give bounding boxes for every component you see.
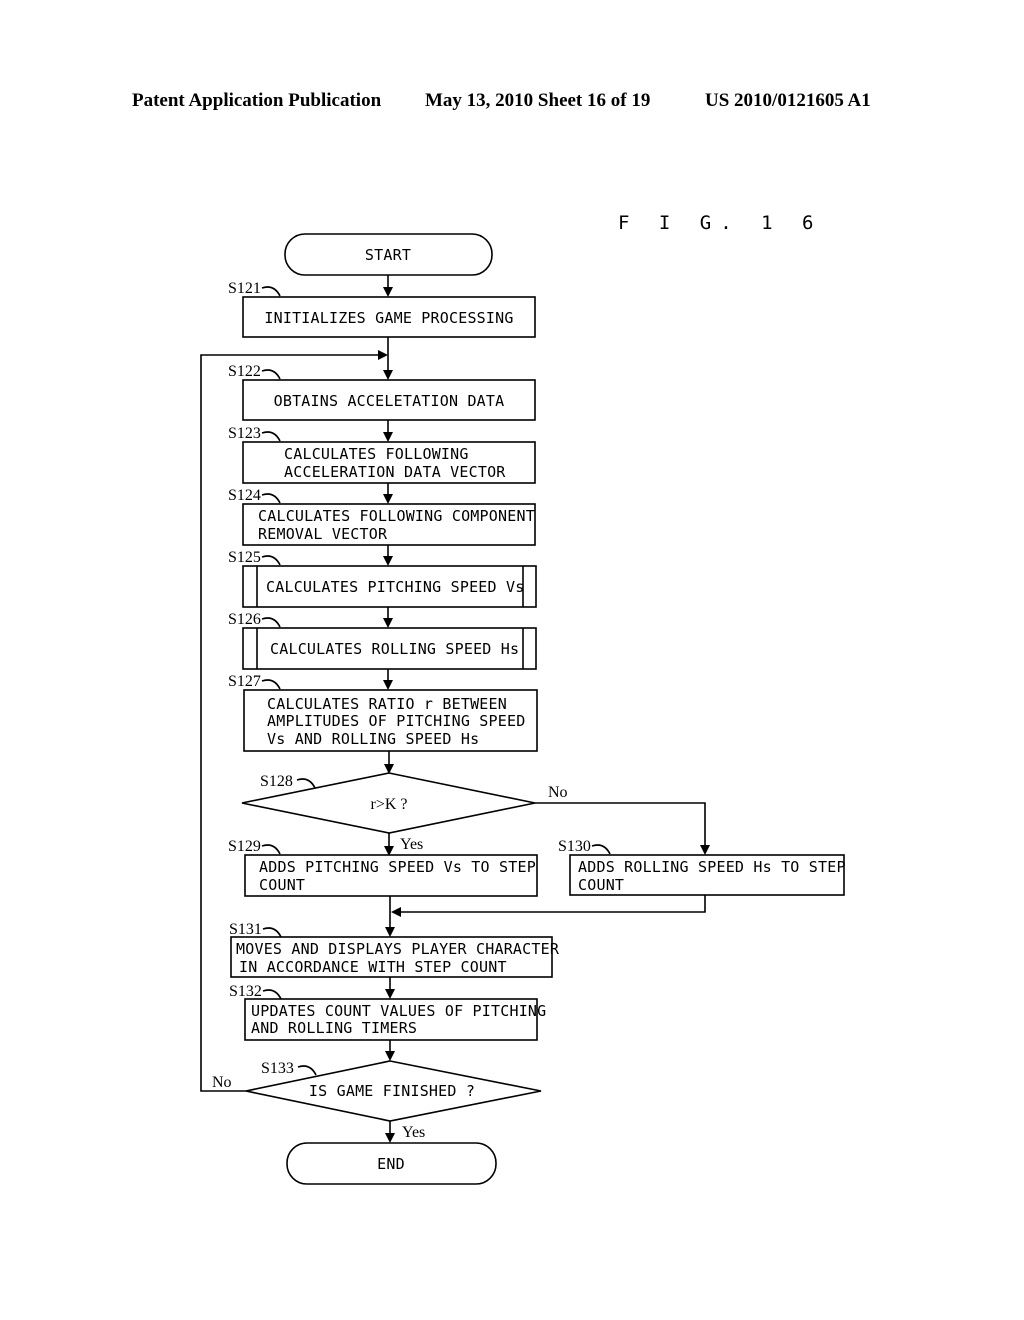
step-s129: S129 ADDS PITCHING SPEED Vs TO STEP COUN… [228,838,538,897]
arrow-icon [383,432,393,442]
arrow-icon [385,927,395,937]
merge-connector [394,895,706,913]
leader-line [261,286,281,297]
step-s127: S127 CALCULATES RATIO r BETWEEN AMPLITUD… [228,673,538,752]
step-text: OBTAINS ACCELETATION DATA [274,392,505,410]
end-terminator: END [286,1142,497,1185]
arrow-icon [385,1051,395,1061]
leader-line [261,493,281,504]
step-text: AND ROLLING TIMERS [251,1019,417,1037]
step-id: S133 [261,1060,294,1077]
arrow-icon [378,350,388,360]
leader-line [261,431,281,442]
figure-label: F I G. 1 6 [618,212,822,234]
leader-line [262,989,282,1000]
decision-text: IS GAME FINISHED ? [309,1082,475,1100]
leader-line [591,844,611,855]
step-text: REMOVAL VECTOR [258,525,388,543]
step-text: CALCULATES FOLLOWING [284,445,469,463]
step-s125: S125 CALCULATES PITCHING SPEED Vs [228,549,537,608]
step-text: INITIALIZES GAME PROCESSING [264,309,513,327]
step-text: IN ACCORDANCE WITH STEP COUNT [239,958,507,976]
step-id: S132 [229,983,262,1000]
branch-label-yes: Yes [400,836,423,853]
step-id: S126 [228,611,261,628]
end-label: END [377,1155,405,1173]
step-s131: S131 MOVES AND DISPLAYS PLAYER CHARACTER… [229,921,560,978]
step-text: CALCULATES ROLLING SPEED Hs [270,640,519,658]
step-id: S124 [228,487,261,504]
flowchart: F I G. 1 6 START S121 INITIALIZES GAME P… [200,212,846,1185]
branch-label-no: No [212,1074,232,1091]
step-text: ADDS PITCHING SPEED Vs TO STEP [259,858,536,876]
arrow-icon [383,680,393,690]
step-text: ADDS ROLLING SPEED Hs TO STEP [578,858,846,876]
step-text: CALCULATES FOLLOWING COMPONENT [258,507,535,525]
step-id: S123 [228,425,261,442]
step-id: S131 [229,921,262,938]
step-text: AMPLITUDES OF PITCHING SPEED [267,712,525,730]
arrow-icon [383,494,393,504]
decision-s128: S128 r>K ? [241,772,536,834]
step-id: S121 [228,280,261,297]
step-id: S127 [228,673,261,690]
arrow-icon [383,618,393,628]
step-text: UPDATES COUNT VALUES OF PITCHING [251,1002,546,1020]
step-text: ACCELERATION DATA VECTOR [284,463,506,481]
leader-line [262,927,282,938]
arrow-icon [383,370,393,380]
arrow-icon [383,556,393,566]
step-s121: S121 INITIALIZES GAME PROCESSING [228,280,536,338]
arrow-icon [385,1133,395,1143]
arrow-icon [385,989,395,999]
step-text: Vs AND ROLLING SPEED Hs [267,730,479,748]
step-text: COUNT [578,876,624,894]
branch-label-yes: Yes [402,1124,425,1141]
step-text: CALCULATES RATIO r BETWEEN [267,695,507,713]
decision-text: r>K ? [370,796,407,813]
step-id: S129 [228,838,261,855]
start-terminator: START [284,233,493,276]
step-text: MOVES AND DISPLAYS PLAYER CHARACTER [236,940,560,958]
leader-line [261,679,281,690]
step-id: S130 [558,838,591,855]
leader-line [261,844,281,855]
step-text: COUNT [259,876,305,894]
step-s122: S122 OBTAINS ACCELETATION DATA [228,363,536,421]
leader-line [261,555,281,566]
step-s124: S124 CALCULATES FOLLOWING COMPONENT REMO… [228,487,536,546]
leader-line [297,1065,317,1076]
leader-line [296,778,316,789]
step-s126: S126 CALCULATES ROLLING SPEED Hs [228,611,537,670]
decision-s133: S133 IS GAME FINISHED ? [245,1060,542,1122]
step-id: S125 [228,549,261,566]
step-id: S122 [228,363,261,380]
arrow-icon [383,287,393,297]
start-label: START [365,246,411,264]
branch-label-no: No [548,784,568,801]
step-text: CALCULATES PITCHING SPEED Vs [266,578,524,596]
arrow-icon [391,907,401,917]
arrow-icon [700,845,710,855]
leader-line [261,369,281,380]
step-id: S128 [260,773,293,790]
step-s123: S123 CALCULATES FOLLOWING ACCELERATION D… [228,425,536,484]
leader-line [261,617,281,628]
